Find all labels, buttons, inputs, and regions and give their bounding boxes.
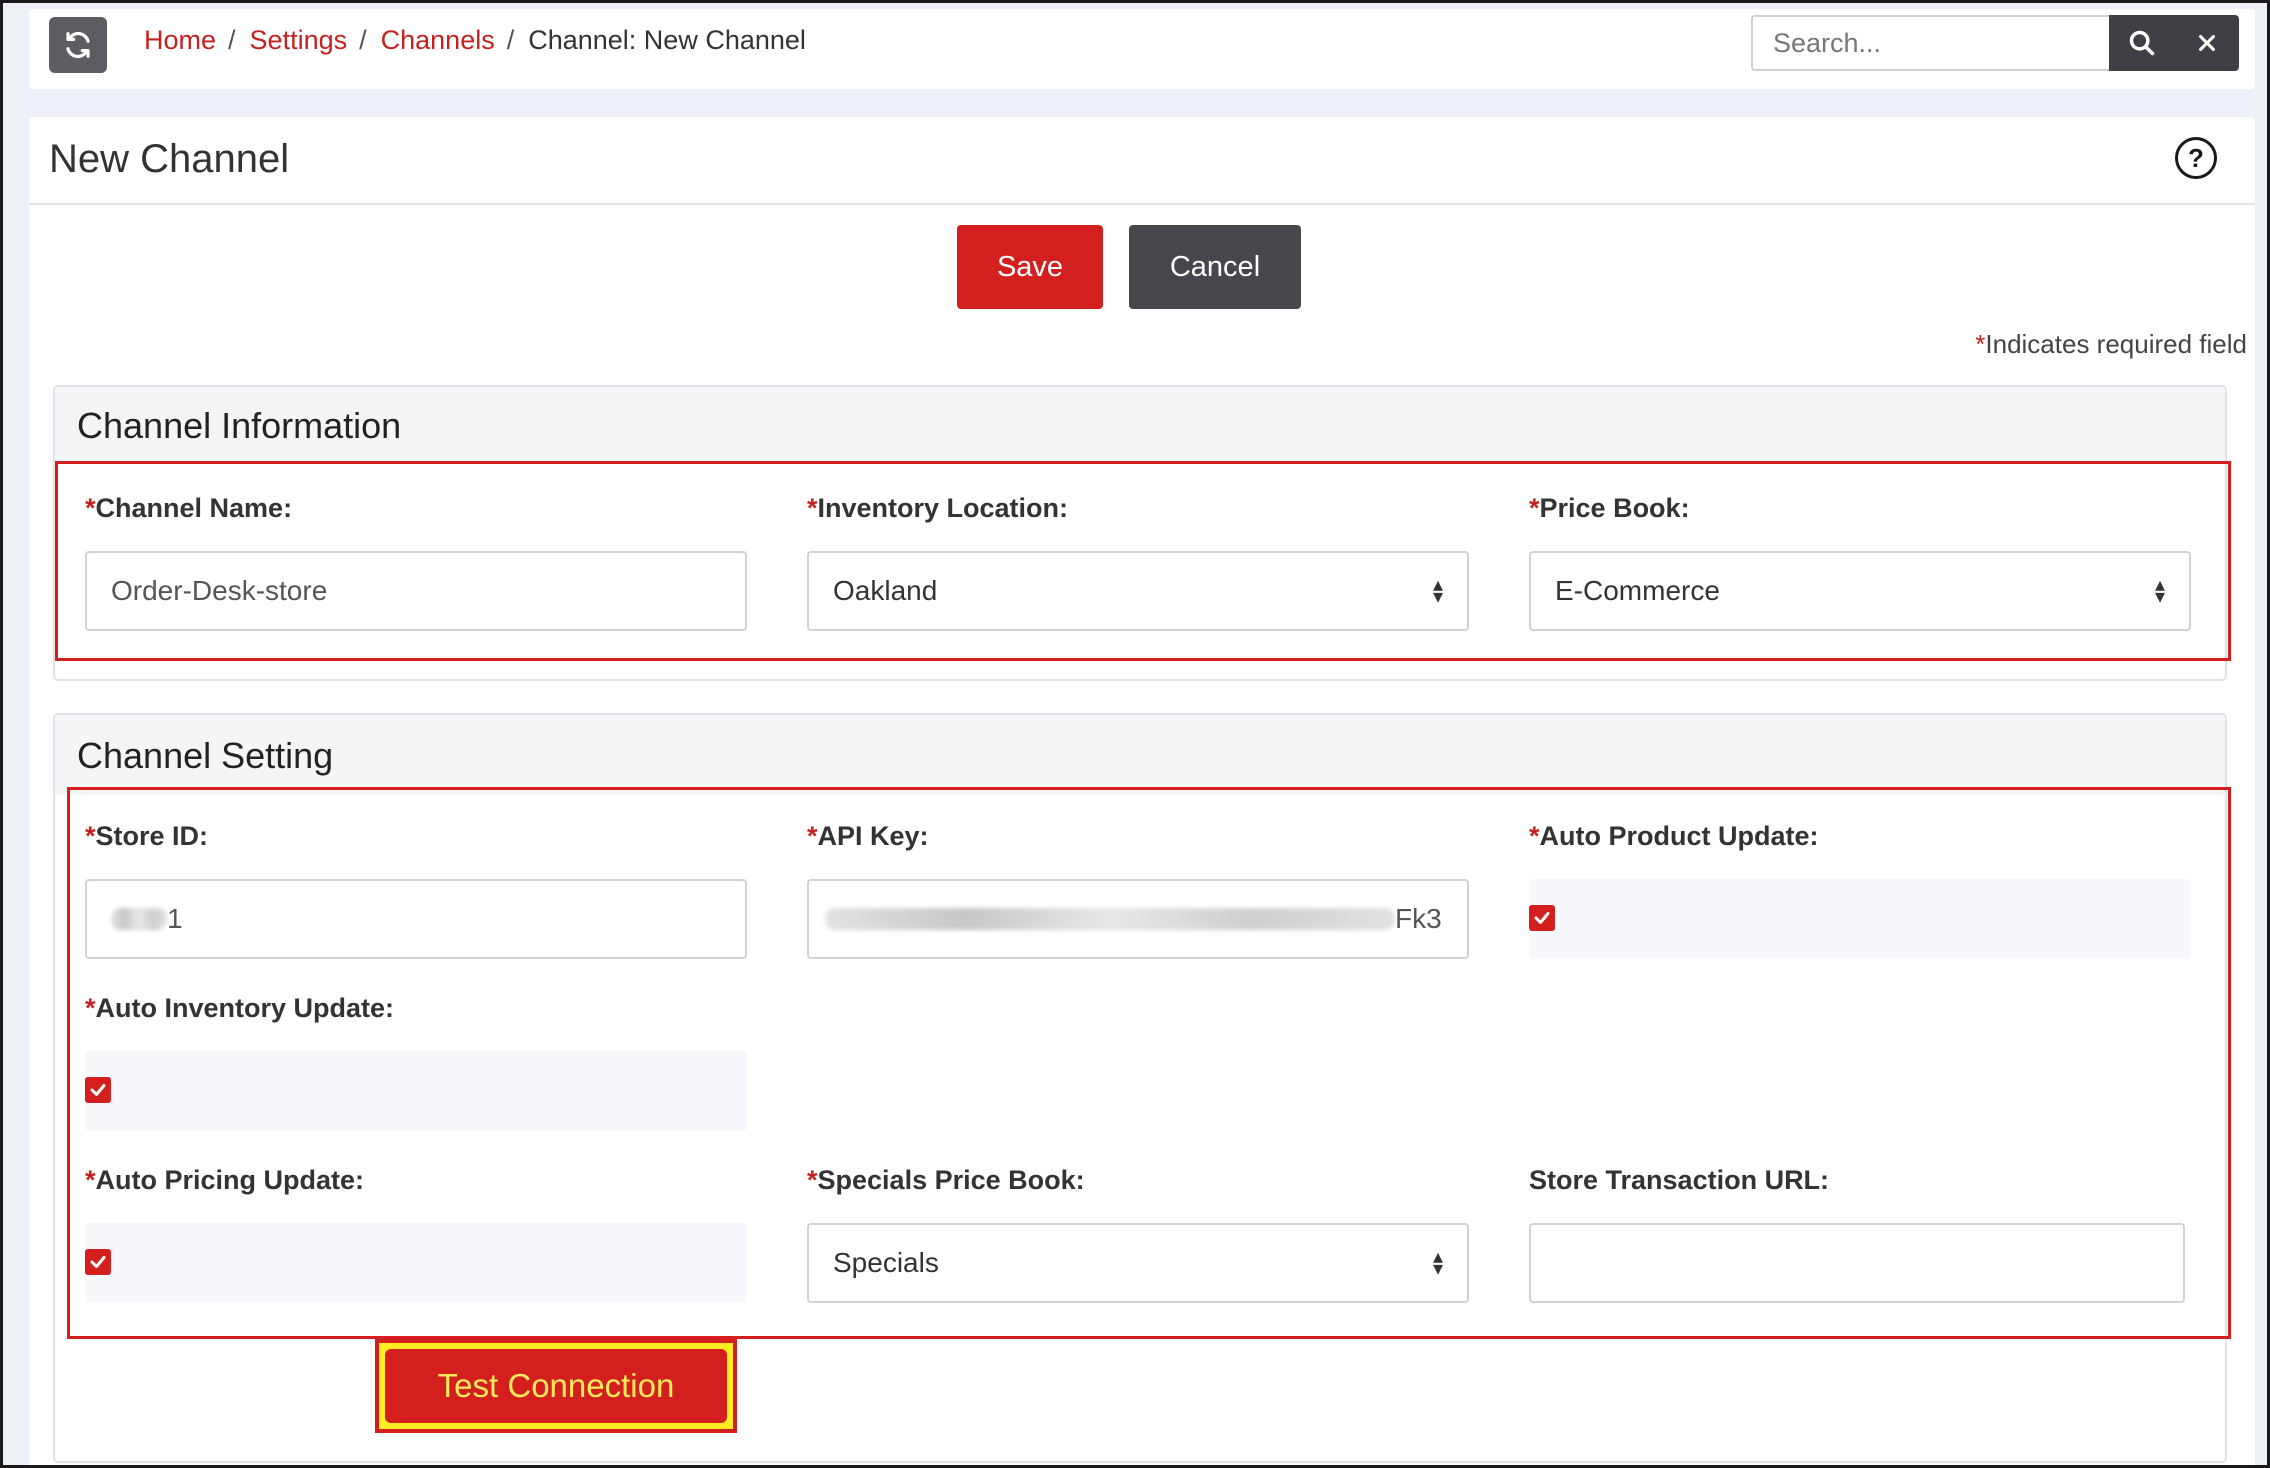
- sort-updown-icon: ▴ ▾: [1432, 1246, 1443, 1280]
- cancel-button[interactable]: Cancel: [1129, 225, 1301, 309]
- inventory-location-select[interactable]: Oakland ▴ ▾: [807, 551, 1469, 631]
- search-input[interactable]: [1751, 15, 2109, 71]
- save-button[interactable]: Save: [957, 225, 1103, 309]
- section-title: Channel Setting: [77, 735, 334, 776]
- app-window: Home / Settings / Channels / Channel: Ne…: [0, 0, 2270, 1468]
- api-key-input[interactable]: Fk3: [807, 879, 1469, 959]
- sort-updown-icon: ▴ ▾: [1432, 574, 1443, 608]
- checkmark-icon: [90, 1256, 106, 1268]
- store-id-label: *Store ID:: [85, 821, 209, 851]
- test-connection-button[interactable]: Test Connection: [385, 1349, 727, 1423]
- breadcrumb-current: Channel: New Channel: [528, 25, 806, 55]
- page-title: New Channel: [49, 137, 290, 181]
- specials-price-book-select[interactable]: Specials ▴ ▾: [807, 1223, 1469, 1303]
- section-header: Channel Setting: [55, 715, 2225, 795]
- auto-pricing-update-label: *Auto Pricing Update:: [85, 1165, 365, 1195]
- price-book-label: *Price Book:: [1529, 493, 1690, 523]
- specials-price-book-label: *Specials Price Book:: [807, 1165, 1085, 1195]
- store-transaction-url-label: Store Transaction URL:: [1529, 1165, 1830, 1195]
- breadcrumb-settings-link[interactable]: Settings: [250, 25, 348, 56]
- help-icon[interactable]: ?: [2175, 137, 2217, 179]
- divider: [29, 203, 2255, 205]
- checkmark-icon: [90, 1084, 106, 1096]
- channel-name-label: *Channel Name:: [85, 493, 293, 523]
- top-bar: Home / Settings / Channels / Channel: Ne…: [29, 9, 2255, 89]
- auto-product-update-panel: [1529, 879, 2191, 959]
- inventory-location-value: Oakland: [833, 575, 938, 606]
- redacted-text: [111, 908, 167, 930]
- breadcrumb-home-link[interactable]: Home: [144, 25, 216, 56]
- section-header: Channel Information: [55, 387, 2225, 461]
- sort-updown-icon: ▴ ▾: [2154, 574, 2165, 608]
- auto-pricing-update-checkbox[interactable]: [85, 1249, 111, 1275]
- store-id-input[interactable]: 1: [85, 879, 747, 959]
- required-star: *: [1975, 329, 1986, 359]
- breadcrumb: Home / Settings / Channels / Channel: Ne…: [144, 25, 806, 56]
- breadcrumb-separator: /: [506, 25, 515, 55]
- search-bar: [1751, 15, 2239, 71]
- auto-inventory-update-label: *Auto Inventory Update:: [85, 993, 395, 1023]
- auto-pricing-update-panel: [85, 1223, 747, 1303]
- auto-product-update-checkbox[interactable]: [1529, 905, 1555, 931]
- search-icon: [2129, 30, 2154, 56]
- required-note-text: Indicates required field: [1985, 329, 2247, 359]
- auto-product-update-label: *Auto Product Update:: [1529, 821, 1819, 851]
- breadcrumb-channels-link[interactable]: Channels: [381, 25, 495, 56]
- breadcrumb-separator: /: [228, 25, 236, 55]
- store-transaction-url-input[interactable]: [1529, 1223, 2185, 1303]
- auto-inventory-update-checkbox[interactable]: [85, 1077, 111, 1103]
- breadcrumb-separator: /: [359, 25, 367, 55]
- price-book-select[interactable]: E-Commerce ▴ ▾: [1529, 551, 2191, 631]
- specials-price-book-value: Specials: [833, 1247, 939, 1278]
- search-button[interactable]: [2109, 15, 2174, 71]
- inventory-location-label: *Inventory Location:: [807, 493, 1069, 523]
- close-icon: [2198, 35, 2215, 51]
- channel-name-input[interactable]: Order-Desk-store: [85, 551, 747, 631]
- main-card: New Channel ? Save Cancel *Indicates req…: [29, 117, 2255, 1465]
- redacted-text: [825, 908, 1395, 930]
- section-title: Channel Information: [77, 405, 402, 446]
- required-field-note: *Indicates required field: [1975, 329, 2247, 360]
- refresh-button[interactable]: [49, 17, 107, 73]
- price-book-value: E-Commerce: [1555, 575, 1720, 606]
- checkmark-icon: [1534, 912, 1550, 924]
- auto-inventory-update-panel: [85, 1051, 747, 1131]
- clear-search-button[interactable]: [2174, 15, 2239, 71]
- api-key-label: *API Key:: [807, 821, 929, 851]
- test-connection-highlight: Test Connection: [375, 1339, 737, 1433]
- refresh-icon: [66, 31, 90, 59]
